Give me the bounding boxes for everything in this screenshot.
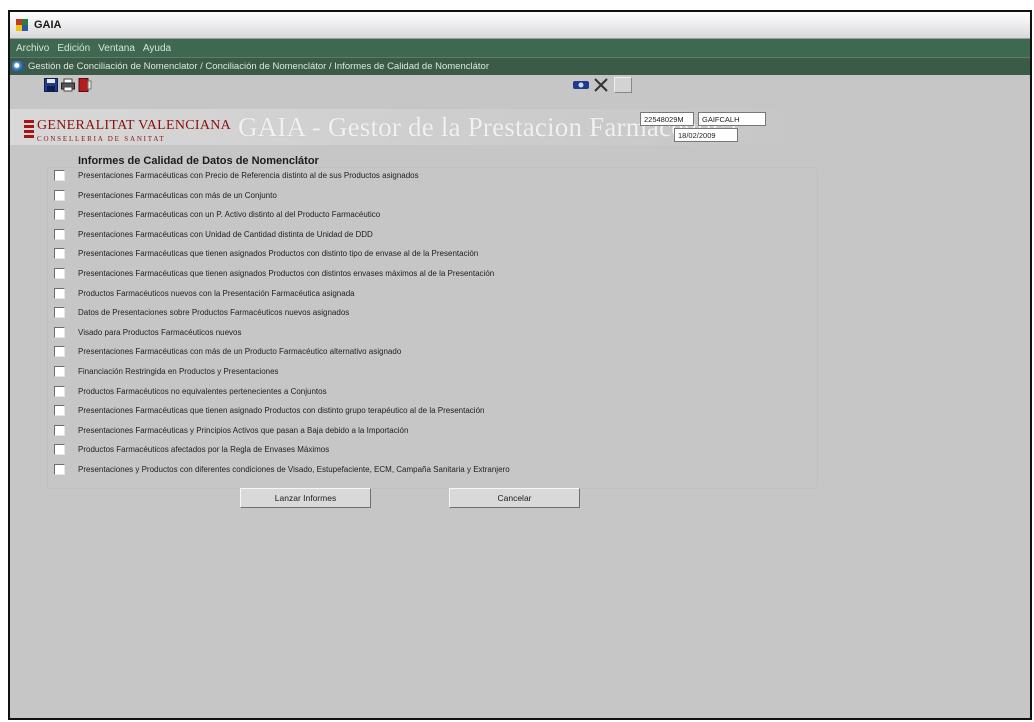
generalitat-logo-icon (24, 120, 34, 138)
toolbar (10, 75, 1030, 97)
launch-reports-button[interactable]: Lanzar Informes (240, 488, 371, 508)
report-checkbox[interactable] (54, 405, 65, 416)
report-checkbox[interactable] (54, 170, 65, 181)
report-option[interactable]: Presentaciones Farmacéuticas con un P. A… (54, 205, 380, 224)
report-checkbox[interactable] (54, 307, 65, 318)
report-option[interactable]: Productos Farmacéuticos afectados por la… (54, 440, 329, 459)
report-option[interactable]: Presentaciones Farmacéuticas con Unidad … (54, 225, 373, 244)
report-label: Productos Farmacéuticos no equivalentes … (78, 387, 327, 396)
logo-name: GENERALITAT VALENCIANA (37, 118, 232, 133)
tools-icon[interactable] (593, 78, 609, 92)
report-option[interactable]: Productos Farmacéuticos no equivalentes … (54, 382, 327, 401)
report-label: Productos Farmacéuticos afectados por la… (78, 445, 330, 454)
report-checkbox[interactable] (54, 366, 65, 377)
report-label: Presentaciones Farmacéuticas que tienen … (78, 406, 485, 415)
report-option[interactable]: Presentaciones Farmacéuticas que tienen … (54, 401, 484, 420)
form-icon (12, 61, 24, 72)
report-label: Visado para Productos Farmacéuticos nuev… (78, 328, 242, 337)
report-option[interactable]: Presentaciones Farmacéuticas y Principio… (54, 421, 408, 440)
save-icon[interactable] (44, 78, 58, 92)
breadcrumb-text: Gestión de Conciliación de Nomenclator /… (28, 61, 489, 72)
report-checkbox[interactable] (54, 288, 65, 299)
report-option[interactable]: Presentaciones Farmacéuticas con Precio … (54, 166, 419, 185)
report-option[interactable]: Presentaciones Farmacéuticas con más de … (54, 186, 277, 205)
print-icon[interactable] (61, 78, 75, 92)
date-field: 18/02/2009 (674, 128, 738, 142)
report-checkbox[interactable] (54, 386, 65, 397)
report-label: Presentaciones y Productos con diferente… (78, 465, 510, 474)
menu-ayuda[interactable]: Ayuda (143, 43, 171, 54)
report-option[interactable]: Visado para Productos Farmacéuticos nuev… (54, 323, 242, 342)
user-code-field: GAIFCALH (698, 112, 766, 126)
report-checkbox[interactable] (54, 209, 65, 220)
report-checkbox[interactable] (54, 346, 65, 357)
title-bar: GAIA (10, 12, 1030, 39)
report-option[interactable]: Presentaciones Farmacéuticas con más de … (54, 342, 401, 361)
report-label: Productos Farmacéuticos nuevos con la Pr… (78, 289, 355, 298)
menu-ventana[interactable]: Ventana (98, 43, 135, 54)
toolbar-blank-button[interactable] (614, 77, 632, 93)
report-option[interactable]: Presentaciones Farmacéuticas que tienen … (54, 264, 494, 283)
report-checkbox[interactable] (54, 268, 65, 279)
user-id-field: 22548029M (640, 112, 694, 126)
report-option[interactable]: Presentaciones Farmacéuticas que tienen … (54, 244, 478, 263)
report-label: Presentaciones Farmacéuticas con más de … (78, 191, 277, 200)
cancel-button[interactable]: Cancelar (449, 488, 580, 508)
app-icon (16, 18, 29, 32)
report-option[interactable]: Financiación Restringida en Productos y … (54, 362, 279, 381)
report-label: Presentaciones Farmacéuticas que tienen … (78, 249, 479, 258)
report-checkbox[interactable] (54, 425, 65, 436)
app-window: GAIA Archivo Edición Ventana Ayuda Gesti… (8, 10, 1032, 720)
report-label: Financiación Restringida en Productos y … (78, 367, 279, 376)
report-checkbox[interactable] (54, 464, 65, 475)
report-label: Presentaciones Farmacéuticas con un P. A… (78, 210, 381, 219)
report-label: Presentaciones Farmacéuticas con más de … (78, 347, 402, 356)
report-option[interactable]: Productos Farmacéuticos nuevos con la Pr… (54, 284, 355, 303)
menu-archivo[interactable]: Archivo (16, 43, 49, 54)
window-title: GAIA (34, 19, 62, 31)
view-icon[interactable] (573, 78, 589, 92)
report-checkbox[interactable] (54, 444, 65, 455)
report-label: Presentaciones Farmacéuticas con Unidad … (78, 230, 373, 239)
report-label: Presentaciones Farmacéuticas que tienen … (78, 269, 495, 278)
logo-subtitle: CONSELLERIA DE SANITAT (37, 135, 166, 143)
menu-edicion[interactable]: Edición (57, 43, 90, 54)
report-checkbox[interactable] (54, 248, 65, 259)
report-checkbox[interactable] (54, 190, 65, 201)
exit-icon[interactable] (78, 78, 92, 92)
report-checkbox[interactable] (54, 229, 65, 240)
report-option[interactable]: Presentaciones y Productos con diferente… (54, 460, 510, 479)
report-checkbox[interactable] (54, 327, 65, 338)
menu-bar: Archivo Edición Ventana Ayuda (10, 39, 1030, 57)
report-option[interactable]: Datos de Presentaciones sobre Productos … (54, 303, 349, 322)
report-label: Datos de Presentaciones sobre Productos … (78, 308, 350, 317)
report-label: Presentaciones Farmacéuticas y Principio… (78, 426, 409, 435)
report-label: Presentaciones Farmacéuticas con Precio … (78, 171, 419, 180)
header-banner: GENERALITAT VALENCIANA CONSELLERIA DE SA… (10, 109, 810, 145)
breadcrumb: Gestión de Conciliación de Nomenclator /… (10, 57, 1030, 75)
